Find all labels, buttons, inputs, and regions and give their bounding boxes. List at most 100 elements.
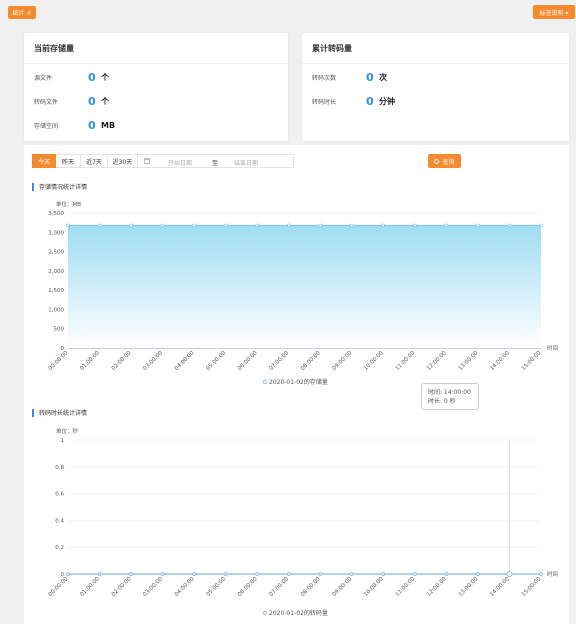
chart-tooltip: 时间: 14:00:00 时长: 0 秒 (421, 383, 479, 410)
data-point (66, 572, 70, 576)
data-point (66, 223, 70, 228)
y-tick-label: 500 (54, 327, 65, 333)
end-date-input[interactable]: 结束日期 (234, 158, 258, 167)
x-tick-label: 15:00:00 (521, 576, 543, 598)
top-bar: 统计 × 标签说明 ▾ (0, 0, 576, 24)
x-tick-label: 10:00:00 (363, 350, 385, 372)
y-tick-label: 0.8 (55, 465, 64, 471)
y-tick-label: 1,000 (48, 307, 64, 313)
stat-label: 转码文件 (34, 99, 59, 106)
x-tick-label: 12:00:00 (426, 576, 448, 598)
stat-label: 转码时长 (312, 99, 337, 106)
x-tick-label: 13:00:00 (458, 576, 480, 598)
tab-today[interactable]: 今天 (32, 154, 56, 168)
divider (24, 63, 288, 64)
stats-tab-button[interactable]: 统计 × (8, 6, 36, 19)
y-tick-label: 1 (61, 438, 65, 444)
data-point (255, 572, 259, 576)
data-point (381, 572, 386, 576)
query-label: 查询 (442, 158, 455, 166)
x-tick-label: 04:00:00 (174, 576, 196, 598)
divider (302, 63, 569, 64)
x-tick-label: 06:00:00 (237, 350, 259, 372)
storage-card-title: 当前存储量 (34, 44, 74, 53)
data-point (192, 572, 196, 576)
x-tick-label: 08:00:00 (300, 576, 322, 598)
data-point (97, 572, 102, 576)
stat-row-duration: 转码时长 0 分钟 (312, 95, 395, 108)
x-tick-label: 10:00:00 (363, 576, 385, 598)
x-tick-label: 06:00:00 (237, 576, 259, 598)
y-tick-label: 0.4 (55, 518, 64, 524)
stat-unit: 次 (379, 73, 387, 82)
storage-chart: 单位：MB 3,500 3,000 2,500 2,000 1,500 1,000 500 00… (48, 200, 558, 386)
x-tick-label: 15:00:00 (521, 350, 543, 372)
legend-marker (262, 610, 268, 616)
data-point (223, 572, 228, 576)
date-range-picker[interactable]: 开始日期 至 结束日期 (137, 154, 294, 168)
x-tick-label: 07:00:00 (268, 350, 290, 372)
calendar-icon (144, 158, 150, 164)
stat-unit: 分钟 (379, 97, 395, 106)
data-point (160, 572, 165, 576)
stat-unit: 个 (101, 97, 109, 106)
tab-last-30-days[interactable]: 近30天 (108, 154, 138, 168)
query-button[interactable]: 查询 (428, 154, 461, 168)
y-tick-label: 1,500 (48, 288, 64, 294)
x-axis-label: 时间 (547, 570, 558, 578)
tooltip-duration: 时长: 0 秒 (428, 398, 456, 405)
x-tick-label: 04:00:00 (174, 350, 196, 372)
data-point (223, 223, 228, 228)
y-tick-label: 3,500 (48, 211, 64, 217)
section-marker (32, 182, 34, 191)
data-point (539, 223, 543, 228)
data-point (476, 223, 480, 228)
transcode-chart-title: 转码时长统计详情 (39, 410, 88, 417)
y-tick-label: 0.2 (55, 545, 64, 551)
stats-detail-panel: 今天 昨天 近7天 近30天 开始日期 至 结束日期 查询 存储情况统计详情 单… (24, 145, 569, 624)
x-tick-label: 08:00:00 (300, 350, 322, 372)
tab-yesterday[interactable]: 昨天 (56, 154, 81, 168)
data-point (381, 223, 386, 228)
transcode-chart: 单位：秒10.80.60.40.2000:00:00 01:00:00 02:00:… (48, 427, 558, 617)
data-point (413, 223, 417, 228)
data-point (286, 572, 291, 576)
x-tick-label: 01:00:00 (79, 576, 101, 598)
stat-row-transcoded: 转码文件 0 个 (34, 95, 109, 108)
data-point (350, 223, 354, 228)
data-point (444, 572, 449, 576)
stat-unit: 个 (101, 73, 109, 82)
start-date-input[interactable]: 开始日期 (168, 158, 192, 167)
stat-label: 存储空间 (34, 123, 59, 130)
data-point (539, 572, 543, 576)
x-tick-label: 02:00:00 (111, 576, 133, 598)
data-point (192, 223, 196, 228)
stat-label: 源文件 (34, 75, 53, 82)
storage-section-title: 存储情况统计详情 (32, 182, 87, 191)
data-point (476, 572, 480, 576)
stat-label: 转码次数 (312, 75, 337, 82)
stat-unit: MB (101, 121, 116, 130)
data-point (507, 223, 512, 228)
unit-label: 单位：秒 (56, 427, 79, 435)
transcode-section-title: 转码时长统计详情 (32, 408, 87, 417)
stat-value: 0 (366, 95, 374, 108)
x-tick-label: 12:00:00 (426, 350, 448, 372)
stat-row-count: 转码次数 0 次 (312, 71, 387, 84)
tooltip-time: 时间: 14:00:00 (428, 389, 471, 396)
legend-label: 2020-01-02的转码量 (269, 609, 328, 617)
y-tick-label: 3,000 (48, 230, 64, 236)
tab-last-7-days[interactable]: 近7天 (81, 154, 108, 168)
search-icon (434, 158, 440, 164)
x-tick-label: 03:00:00 (142, 350, 164, 372)
data-point (318, 223, 323, 228)
billing-info-button[interactable]: 标签说明 ▾ (533, 5, 575, 19)
x-tick-label: 01:00:00 (79, 350, 101, 372)
x-tick-label: 11:00:00 (395, 350, 417, 372)
x-tick-label: 09:00:00 (332, 576, 354, 598)
stat-row-source: 源文件 0 个 (34, 71, 109, 84)
data-point (506, 571, 513, 577)
y-tick-label: 2,500 (48, 250, 64, 256)
x-tick-label: 14:00:00 (489, 576, 511, 598)
data-point (444, 223, 449, 228)
